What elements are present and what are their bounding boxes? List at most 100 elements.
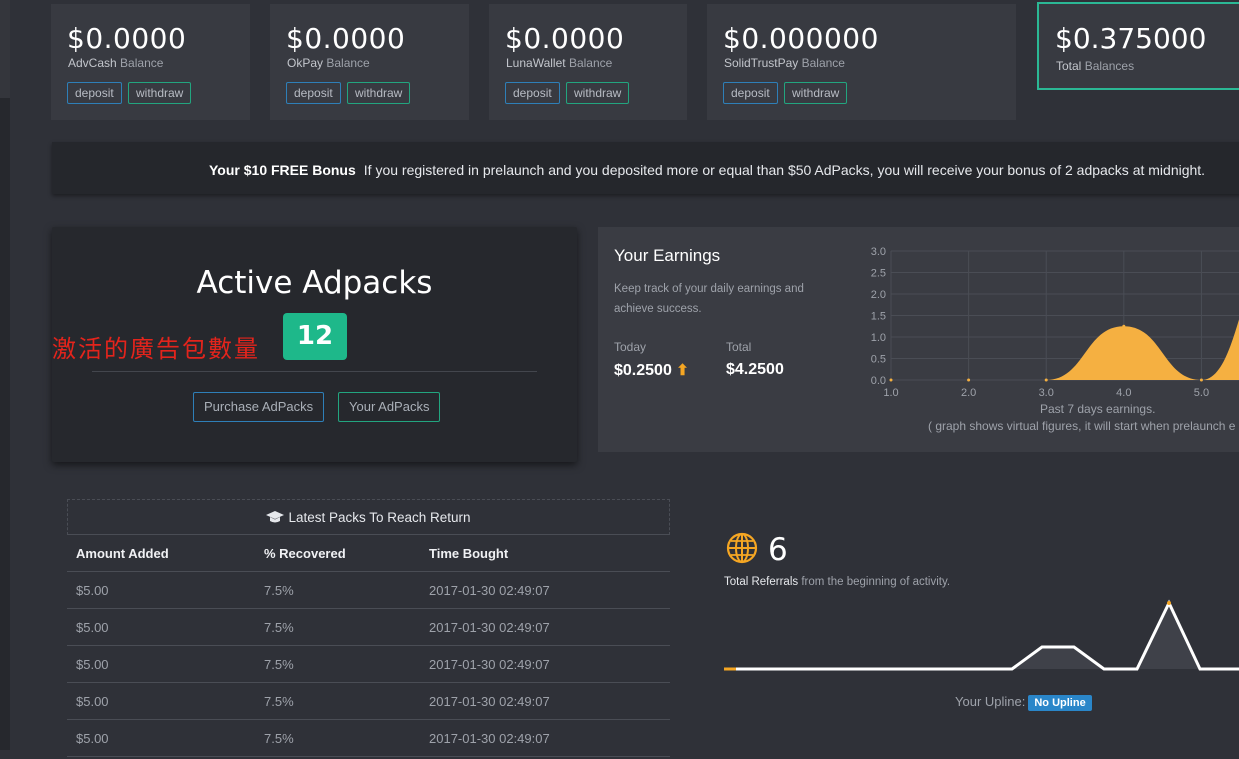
- active-adpacks-panel: Active Adpacks 激活的廣告包數量 12 Purchase AdPa…: [52, 227, 577, 462]
- y-tick-label: 2.0: [871, 289, 886, 301]
- recovered-cell: 7.5%: [264, 731, 294, 746]
- x-tick-label: 2.0: [961, 387, 976, 399]
- data-point: [889, 378, 893, 382]
- balance-suffix: Balance: [801, 56, 845, 70]
- active-adpacks-title: Active Adpacks: [196, 265, 433, 301]
- time-cell: 2017-01-30 02:49:07: [429, 583, 550, 598]
- table-header-row: Amount Added % Recovered Time Bought: [67, 535, 670, 572]
- deposit-button[interactable]: deposit: [723, 82, 778, 104]
- table-row: $5.00 7.5% 2017-01-30 02:49:07: [67, 572, 670, 609]
- balance-card-advcash: $0.0000 AdvCash Balance deposit withdraw: [51, 4, 250, 120]
- y-tick-label: 1.5: [871, 311, 886, 323]
- time-cell: 2017-01-30 02:49:07: [429, 694, 550, 709]
- total-balance-card: $0.375000 Total Balances: [1037, 2, 1239, 90]
- x-tick-label: 5.0: [1194, 387, 1209, 399]
- your-adpacks-button[interactable]: Your AdPacks: [338, 392, 441, 422]
- balance-card-lunawallet: $0.0000 LunaWallet Balance deposit withd…: [489, 4, 687, 120]
- deposit-button[interactable]: deposit: [286, 82, 341, 104]
- adpacks-annotation: 激活的廣告包數量: [52, 335, 260, 363]
- total-balance-amount: $0.375000: [1055, 22, 1207, 55]
- withdraw-button[interactable]: withdraw: [566, 82, 630, 104]
- balance-suffix: Balance: [568, 56, 613, 70]
- balance-amount: $0.0000: [67, 22, 187, 55]
- table-title: Latest Packs To Reach Return: [288, 510, 471, 525]
- purchase-adpacks-button[interactable]: Purchase AdPacks: [193, 392, 325, 422]
- balance-label: LunaWallet Balance: [506, 56, 612, 70]
- referrals-label: Total Referrals from the beginning of ac…: [724, 576, 950, 588]
- total-suffix: Balances: [1084, 59, 1135, 73]
- referrals-panel: 6 Total Referrals from the beginning of …: [712, 520, 1239, 720]
- amount-cell: $5.00: [76, 694, 109, 709]
- withdraw-button[interactable]: withdraw: [128, 82, 192, 104]
- balance-name: LunaWallet: [506, 56, 566, 70]
- chart-note: ( graph shows virtual figures, it will s…: [928, 419, 1236, 433]
- balance-label: SolidTrustPay Balance: [724, 56, 845, 70]
- table-row: $5.00 7.5% 2017-01-30 02:49:07: [67, 683, 670, 720]
- balance-name: SolidTrustPay: [724, 56, 799, 70]
- balance-suffix: Balance: [326, 56, 370, 70]
- referrals-label-strong: Total Referrals: [724, 576, 799, 588]
- divider: [92, 371, 537, 372]
- balance-name: OkPay: [287, 56, 324, 70]
- recovered-cell: 7.5%: [264, 583, 294, 598]
- withdraw-button[interactable]: withdraw: [347, 82, 411, 104]
- y-tick-label: 2.5: [871, 268, 886, 280]
- adpacks-count-badge: 12: [283, 313, 347, 360]
- globe-icon: [726, 532, 758, 564]
- table-row: $5.00 7.5% 2017-01-30 02:49:07: [67, 720, 670, 757]
- referrals-sparkline: [724, 599, 1239, 671]
- time-cell: 2017-01-30 02:49:07: [429, 657, 550, 672]
- y-tick-label: 0.0: [871, 375, 886, 387]
- total-name: Total: [1056, 59, 1082, 73]
- left-gutter: [0, 0, 10, 750]
- data-point: [1122, 324, 1126, 328]
- balance-label: OkPay Balance: [287, 56, 370, 70]
- upline-badge: No Upline: [1028, 695, 1092, 711]
- amount-cell: $5.00: [76, 657, 109, 672]
- gutter-nub: [0, 0, 10, 98]
- balance-name: AdvCash: [68, 56, 117, 70]
- data-point: [1044, 378, 1048, 382]
- data-point: [967, 378, 971, 382]
- recovered-cell: 7.5%: [264, 694, 294, 709]
- referrals-count: 6: [768, 532, 788, 568]
- column-header: Time Bought: [429, 546, 509, 561]
- latest-packs-table: Latest Packs To Reach Return Amount Adde…: [67, 499, 670, 759]
- earnings-panel: Your Earnings Keep track of your daily e…: [598, 227, 1239, 452]
- x-tick-label: 4.0: [1116, 387, 1131, 399]
- balance-amount: $0.0000: [505, 22, 625, 55]
- table-caption: Latest Packs To Reach Return: [67, 499, 670, 535]
- withdraw-button[interactable]: withdraw: [784, 82, 848, 104]
- upline-info: Your Upline: No Upline: [955, 694, 1092, 711]
- amount-cell: $5.00: [76, 583, 109, 598]
- time-cell: 2017-01-30 02:49:07: [429, 620, 550, 635]
- table-row: $5.00 7.5% 2017-01-30 02:49:07: [67, 609, 670, 646]
- balance-suffix: Balance: [120, 56, 164, 70]
- amount-cell: $5.00: [76, 620, 109, 635]
- time-cell: 2017-01-30 02:49:07: [429, 731, 550, 746]
- bonus-banner: Your $10 FREE Bonus If you registered in …: [52, 142, 1239, 194]
- total-balance-label: Total Balances: [1056, 59, 1134, 73]
- bonus-message: If you registered in prelaunch and you d…: [363, 162, 1206, 178]
- upline-label: Your Upline:: [955, 694, 1026, 709]
- balance-amount: $0.0000: [286, 22, 406, 55]
- balance-card-okpay: $0.0000 OkPay Balance deposit withdraw: [270, 4, 469, 120]
- column-header: Amount Added: [76, 546, 169, 561]
- recovered-cell: 7.5%: [264, 620, 294, 635]
- y-tick-label: 3.0: [871, 246, 886, 258]
- recovered-cell: 7.5%: [264, 657, 294, 672]
- bonus-text: Your $10 FREE Bonus If you registered in …: [209, 162, 1205, 178]
- x-tick-label: 3.0: [1039, 387, 1054, 399]
- chart-caption: Past 7 days earnings.: [1040, 402, 1156, 416]
- graduation-cap-icon: [266, 511, 285, 523]
- deposit-button[interactable]: deposit: [505, 82, 560, 104]
- column-header: % Recovered: [264, 546, 346, 561]
- deposit-button[interactable]: deposit: [67, 82, 122, 104]
- referrals-label-rest: from the beginning of activity.: [801, 576, 951, 588]
- bonus-title: Your $10 FREE Bonus: [209, 162, 356, 178]
- balance-label: AdvCash Balance: [68, 56, 163, 70]
- y-tick-label: 0.5: [871, 354, 886, 366]
- table-row: $5.00 7.5% 2017-01-30 02:49:07: [67, 646, 670, 683]
- x-tick-label: 1.0: [883, 387, 898, 399]
- data-point: [1199, 378, 1203, 382]
